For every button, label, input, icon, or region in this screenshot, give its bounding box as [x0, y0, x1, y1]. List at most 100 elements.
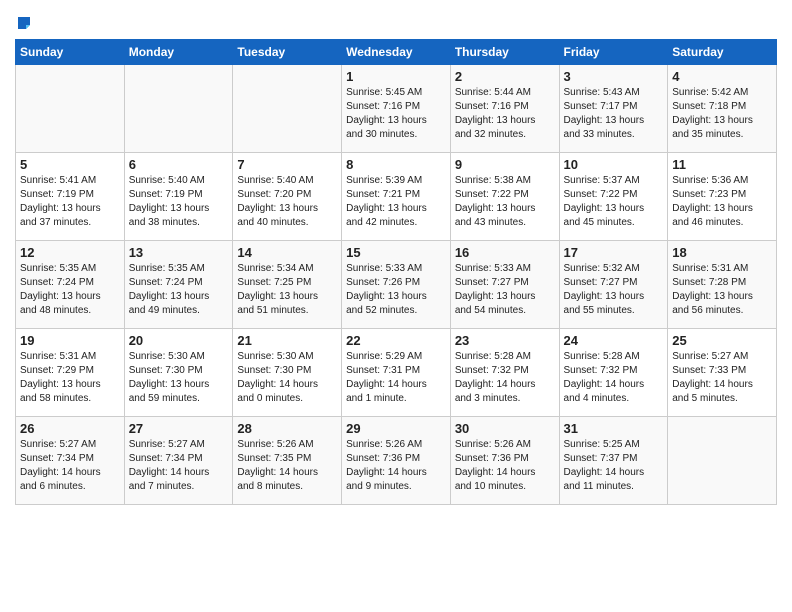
calendar-cell: 13 Sunrise: 5:35 AM Sunset: 7:24 PM Dayli…: [124, 241, 233, 329]
calendar-cell: 14 Sunrise: 5:34 AM Sunset: 7:25 PM Dayli…: [233, 241, 342, 329]
weekday-header: Sunday: [16, 40, 125, 65]
calendar-cell: 25 Sunrise: 5:27 AM Sunset: 7:33 PM Dayli…: [668, 329, 777, 417]
calendar-cell: 17 Sunrise: 5:32 AM Sunset: 7:27 PM Dayli…: [559, 241, 668, 329]
calendar-week-row: 26 Sunrise: 5:27 AM Sunset: 7:34 PM Dayli…: [16, 417, 777, 505]
day-number: 6: [129, 157, 229, 172]
day-number: 23: [455, 333, 555, 348]
calendar-week-row: 19 Sunrise: 5:31 AM Sunset: 7:29 PM Dayli…: [16, 329, 777, 417]
day-number: 13: [129, 245, 229, 260]
calendar-cell: 23 Sunrise: 5:28 AM Sunset: 7:32 PM Dayli…: [450, 329, 559, 417]
calendar-table: SundayMondayTuesdayWednesdayThursdayFrid…: [15, 39, 777, 505]
day-number: 1: [346, 69, 446, 84]
day-number: 2: [455, 69, 555, 84]
day-number: 12: [20, 245, 120, 260]
day-number: 9: [455, 157, 555, 172]
logo-icon: [16, 15, 32, 31]
calendar-cell: 22 Sunrise: 5:29 AM Sunset: 7:31 PM Dayli…: [342, 329, 451, 417]
weekday-header: Tuesday: [233, 40, 342, 65]
day-number: 5: [20, 157, 120, 172]
calendar-cell: 6 Sunrise: 5:40 AM Sunset: 7:19 PM Daylig…: [124, 153, 233, 241]
day-number: 28: [237, 421, 337, 436]
day-info: Sunrise: 5:40 AM Sunset: 7:19 PM Dayligh…: [129, 174, 229, 230]
day-number: 25: [672, 333, 772, 348]
day-info: Sunrise: 5:33 AM Sunset: 7:26 PM Dayligh…: [346, 262, 446, 318]
day-number: 11: [672, 157, 772, 172]
calendar-cell: 27 Sunrise: 5:27 AM Sunset: 7:34 PM Dayli…: [124, 417, 233, 505]
day-info: Sunrise: 5:29 AM Sunset: 7:31 PM Dayligh…: [346, 350, 446, 406]
day-info: Sunrise: 5:42 AM Sunset: 7:18 PM Dayligh…: [672, 86, 772, 142]
day-info: Sunrise: 5:43 AM Sunset: 7:17 PM Dayligh…: [564, 86, 664, 142]
calendar-cell: 4 Sunrise: 5:42 AM Sunset: 7:18 PM Daylig…: [668, 65, 777, 153]
day-number: 19: [20, 333, 120, 348]
calendar-cell: [668, 417, 777, 505]
calendar-cell: 16Sunrise: 5:33 AM Sunset: 7:27 PM Dayli…: [450, 241, 559, 329]
calendar-week-row: 5 Sunrise: 5:41 AM Sunset: 7:19 PM Daylig…: [16, 153, 777, 241]
calendar-week-row: 12 Sunrise: 5:35 AM Sunset: 7:24 PM Dayli…: [16, 241, 777, 329]
calendar-cell: 11 Sunrise: 5:36 AM Sunset: 7:23 PM Dayli…: [668, 153, 777, 241]
calendar-cell: 8Sunrise: 5:39 AM Sunset: 7:21 PM Daylig…: [342, 153, 451, 241]
calendar-cell: 3Sunrise: 5:43 AM Sunset: 7:17 PM Daylig…: [559, 65, 668, 153]
day-info: Sunrise: 5:40 AM Sunset: 7:20 PM Dayligh…: [237, 174, 337, 230]
calendar-cell: 20 Sunrise: 5:30 AM Sunset: 7:30 PM Dayli…: [124, 329, 233, 417]
day-info: Sunrise: 5:38 AM Sunset: 7:22 PM Dayligh…: [455, 174, 555, 230]
day-number: 24: [564, 333, 664, 348]
calendar-cell: 21Sunrise: 5:30 AM Sunset: 7:30 PM Dayli…: [233, 329, 342, 417]
weekday-header-row: SundayMondayTuesdayWednesdayThursdayFrid…: [16, 40, 777, 65]
day-info: Sunrise: 5:30 AM Sunset: 7:30 PM Dayligh…: [237, 350, 337, 406]
day-info: Sunrise: 5:41 AM Sunset: 7:19 PM Dayligh…: [20, 174, 120, 230]
day-number: 20: [129, 333, 229, 348]
calendar-cell: 9 Sunrise: 5:38 AM Sunset: 7:22 PM Daylig…: [450, 153, 559, 241]
day-info: Sunrise: 5:28 AM Sunset: 7:32 PM Dayligh…: [564, 350, 664, 406]
day-number: 27: [129, 421, 229, 436]
day-number: 7: [237, 157, 337, 172]
day-info: Sunrise: 5:35 AM Sunset: 7:24 PM Dayligh…: [20, 262, 120, 318]
day-info: Sunrise: 5:36 AM Sunset: 7:23 PM Dayligh…: [672, 174, 772, 230]
day-info: Sunrise: 5:35 AM Sunset: 7:24 PM Dayligh…: [129, 262, 229, 318]
day-number: 31: [564, 421, 664, 436]
day-number: 16: [455, 245, 555, 260]
day-info: Sunrise: 5:37 AM Sunset: 7:22 PM Dayligh…: [564, 174, 664, 230]
day-number: 4: [672, 69, 772, 84]
calendar-cell: 1 Sunrise: 5:45 AM Sunset: 7:16 PM Daylig…: [342, 65, 451, 153]
weekday-header: Friday: [559, 40, 668, 65]
day-number: 10: [564, 157, 664, 172]
day-info: Sunrise: 5:32 AM Sunset: 7:27 PM Dayligh…: [564, 262, 664, 318]
day-info: Sunrise: 5:26 AM Sunset: 7:36 PM Dayligh…: [455, 438, 555, 494]
page-header: [15, 10, 777, 31]
calendar-cell: 10 Sunrise: 5:37 AM Sunset: 7:22 PM Dayli…: [559, 153, 668, 241]
weekday-header: Saturday: [668, 40, 777, 65]
calendar-cell: 12 Sunrise: 5:35 AM Sunset: 7:24 PM Dayli…: [16, 241, 125, 329]
day-number: 30: [455, 421, 555, 436]
day-info: Sunrise: 5:45 AM Sunset: 7:16 PM Dayligh…: [346, 86, 446, 142]
calendar-cell: 31 Sunrise: 5:25 AM Sunset: 7:37 PM Dayli…: [559, 417, 668, 505]
calendar-cell: [124, 65, 233, 153]
day-info: Sunrise: 5:27 AM Sunset: 7:34 PM Dayligh…: [20, 438, 120, 494]
calendar-cell: 2Sunrise: 5:44 AM Sunset: 7:16 PM Daylig…: [450, 65, 559, 153]
day-info: Sunrise: 5:25 AM Sunset: 7:37 PM Dayligh…: [564, 438, 664, 494]
calendar-cell: 7 Sunrise: 5:40 AM Sunset: 7:20 PM Daylig…: [233, 153, 342, 241]
weekday-header: Thursday: [450, 40, 559, 65]
weekday-header: Monday: [124, 40, 233, 65]
calendar-cell: 15Sunrise: 5:33 AM Sunset: 7:26 PM Dayli…: [342, 241, 451, 329]
day-number: 26: [20, 421, 120, 436]
calendar-cell: 28Sunrise: 5:26 AM Sunset: 7:35 PM Dayli…: [233, 417, 342, 505]
calendar-cell: 30 Sunrise: 5:26 AM Sunset: 7:36 PM Dayli…: [450, 417, 559, 505]
day-info: Sunrise: 5:27 AM Sunset: 7:34 PM Dayligh…: [129, 438, 229, 494]
calendar-cell: 29Sunrise: 5:26 AM Sunset: 7:36 PM Dayli…: [342, 417, 451, 505]
day-info: Sunrise: 5:34 AM Sunset: 7:25 PM Dayligh…: [237, 262, 337, 318]
day-info: Sunrise: 5:28 AM Sunset: 7:32 PM Dayligh…: [455, 350, 555, 406]
day-number: 22: [346, 333, 446, 348]
logo: [15, 10, 33, 31]
day-info: Sunrise: 5:27 AM Sunset: 7:33 PM Dayligh…: [672, 350, 772, 406]
calendar-cell: 26 Sunrise: 5:27 AM Sunset: 7:34 PM Dayli…: [16, 417, 125, 505]
calendar-cell: 24 Sunrise: 5:28 AM Sunset: 7:32 PM Dayli…: [559, 329, 668, 417]
calendar-week-row: 1 Sunrise: 5:45 AM Sunset: 7:16 PM Daylig…: [16, 65, 777, 153]
calendar-cell: 5 Sunrise: 5:41 AM Sunset: 7:19 PM Daylig…: [16, 153, 125, 241]
calendar-cell: [16, 65, 125, 153]
day-info: Sunrise: 5:30 AM Sunset: 7:30 PM Dayligh…: [129, 350, 229, 406]
day-number: 8: [346, 157, 446, 172]
day-number: 14: [237, 245, 337, 260]
weekday-header: Wednesday: [342, 40, 451, 65]
day-number: 17: [564, 245, 664, 260]
day-info: Sunrise: 5:31 AM Sunset: 7:29 PM Dayligh…: [20, 350, 120, 406]
